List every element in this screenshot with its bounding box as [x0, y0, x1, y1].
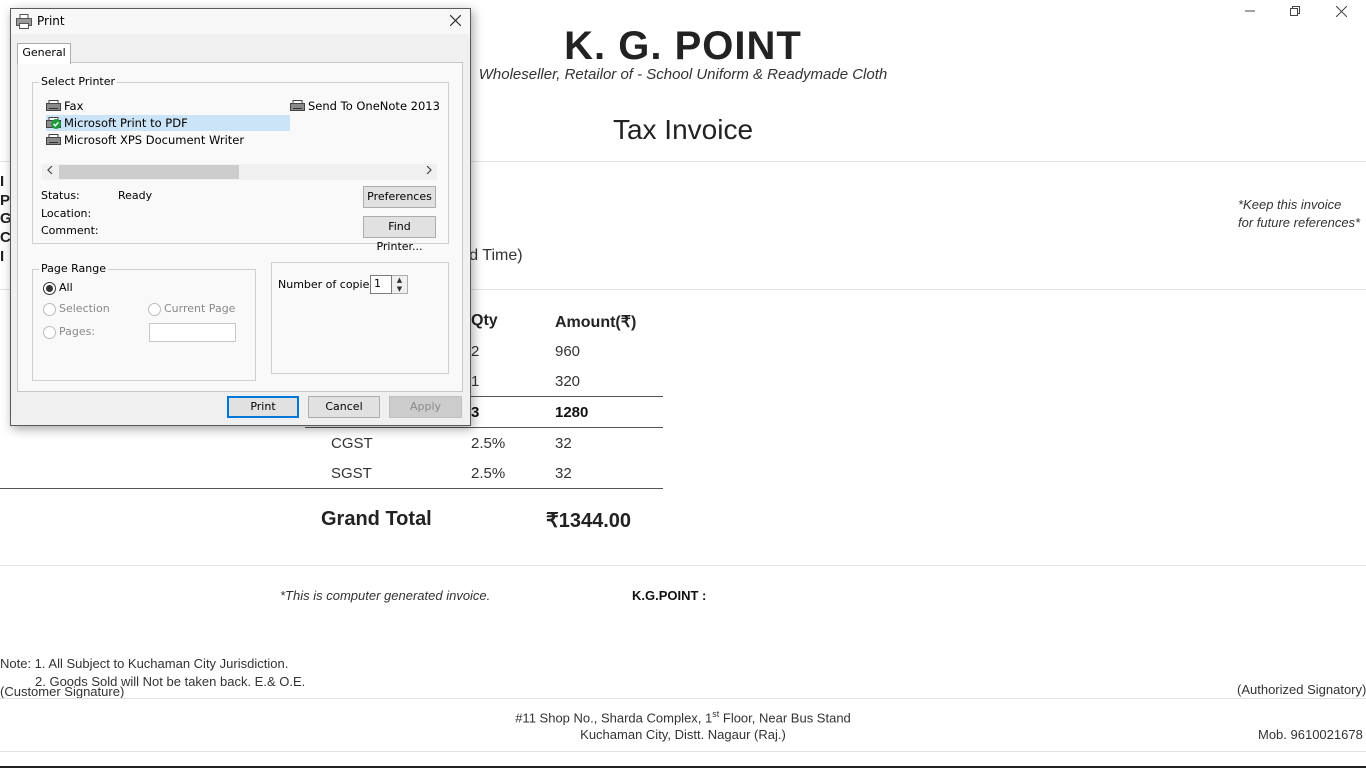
range-selection-label: Selection — [59, 302, 110, 315]
stepper-up-icon[interactable]: ▲ — [392, 276, 407, 285]
address-text: #11 Shop No., Sharda Complex, 1 — [515, 710, 713, 726]
print-dialog: Print Select Printer Fax Microsoft Print… — [10, 8, 471, 426]
apply-button[interactable]: Apply — [389, 396, 462, 418]
divider — [0, 565, 1366, 566]
stepper-down-icon[interactable]: ▼ — [392, 285, 407, 294]
close-icon — [449, 14, 461, 27]
scroll-right-arrow[interactable] — [421, 164, 437, 180]
customer-signature: (Customer Signature) — [0, 684, 125, 699]
row-amount: 320 — [555, 373, 581, 390]
restore-icon — [1290, 6, 1300, 17]
location-label: Location: — [41, 207, 92, 220]
grand-total-label: Grand Total — [321, 508, 432, 530]
tax-rate-cgst: 2.5% — [471, 435, 506, 452]
col-header-qty: Qty — [471, 312, 498, 329]
tax-label-cgst: CGST — [331, 435, 373, 452]
info-label-date: I — [0, 248, 5, 265]
tab-general[interactable]: General — [17, 43, 71, 64]
row-amount: 960 — [555, 343, 581, 360]
divider — [0, 751, 1366, 752]
preferences-button[interactable]: Preferences — [363, 186, 436, 208]
page-range-group: Page Range All Selection Current Page Pa… — [32, 262, 256, 381]
tab-panel-general: Select Printer Fax Microsoft Print to PD… — [17, 62, 463, 392]
scrollbar-thumb[interactable] — [59, 165, 239, 179]
address-text: Floor, Near Bus Stand — [719, 710, 851, 726]
address-line-1: #11 Shop No., Sharda Complex, 1st Floor,… — [0, 709, 1366, 725]
select-printer-legend: Select Printer — [39, 75, 118, 88]
tax-amount-cgst: 32 — [555, 435, 572, 452]
note-jurisdiction: Note: 1. All Subject to Kuchaman City Ju… — [0, 656, 289, 671]
chevron-left-icon — [47, 165, 53, 175]
radio-dot — [46, 285, 53, 292]
copies-stepper[interactable]: ▲ ▼ — [392, 275, 408, 294]
authorized-signatory: (Authorized Signatory) — [1237, 682, 1366, 697]
printer-item-onenote[interactable]: Send To OneNote 2013 — [290, 98, 458, 114]
kgpoint-signature-label: K.G.POINT : — [632, 588, 707, 603]
tax-rate-sgst: 2.5% — [471, 465, 506, 482]
printer-icon — [46, 134, 61, 145]
tax-amount-sgst: 32 — [555, 465, 572, 482]
dialog-title: Print — [37, 14, 65, 28]
computer-generated-note: *This is computer generated invoice. — [280, 588, 491, 603]
status-label: Status: — [41, 189, 80, 202]
range-current-page-radio[interactable] — [148, 303, 161, 316]
page-range-legend: Page Range — [39, 262, 108, 275]
printer-name: Microsoft Print to PDF — [64, 116, 188, 130]
copies-input[interactable]: 1 — [370, 275, 392, 294]
close-icon — [1335, 5, 1347, 18]
printer-name: Microsoft XPS Document Writer — [64, 133, 245, 147]
subtotal-qty: 3 — [471, 404, 480, 421]
printer-icon — [290, 100, 305, 111]
printer-item-fax[interactable]: Fax — [46, 98, 264, 114]
minimize-icon — [1245, 10, 1255, 12]
keep-note-line: for future references* — [1238, 215, 1361, 230]
cancel-button[interactable]: Cancel — [308, 396, 380, 418]
printer-item-xps[interactable]: Microsoft XPS Document Writer — [46, 132, 290, 148]
subtotal-amount: 1280 — [555, 404, 589, 421]
table-rule — [305, 427, 663, 428]
info-label-party: P — [0, 192, 11, 209]
select-printer-group: Select Printer Fax Microsoft Print to PD… — [32, 75, 449, 253]
comment-label: Comment: — [41, 224, 99, 237]
printer-default-icon — [46, 117, 61, 129]
grand-total-value: ₹1344.00 — [546, 510, 632, 532]
restore-button[interactable] — [1272, 0, 1318, 20]
range-selection-radio[interactable] — [43, 303, 56, 316]
keep-note-line: *Keep this invoice — [1238, 197, 1342, 212]
printer-item-print-to-pdf[interactable]: Microsoft Print to PDF — [46, 115, 290, 131]
printer-list-scrollbar[interactable] — [42, 164, 437, 180]
col-header-amount: Amount(₹) — [555, 314, 637, 331]
find-printer-button[interactable]: Find Printer... — [363, 216, 436, 253]
copies-group: Number of copies: 1 ▲ ▼ — [271, 262, 449, 374]
printer-name: Fax — [64, 99, 84, 113]
status-value: Ready — [118, 189, 153, 202]
dialog-titlebar[interactable]: Print — [11, 9, 470, 34]
copies-label: Number of copies: — [278, 278, 379, 291]
shop-mobile: Mob. 9610021678 — [1258, 727, 1363, 742]
address-line-2: Kuchaman City, Distt. Nagaur (Raj.) — [580, 727, 786, 742]
range-all-label: All — [59, 281, 73, 294]
scroll-left-arrow[interactable] — [42, 164, 58, 180]
chevron-right-icon — [426, 165, 432, 175]
range-pages-radio[interactable] — [43, 326, 56, 339]
row-qty: 2 — [471, 343, 480, 360]
fax-icon — [46, 100, 61, 111]
printer-icon — [16, 14, 32, 29]
divider — [0, 698, 1366, 699]
range-all-radio[interactable] — [43, 282, 56, 295]
close-window-button[interactable] — [1318, 0, 1364, 20]
keep-invoice-note: *Keep this invoice for future references… — [1238, 196, 1360, 232]
row-qty: 1 — [471, 373, 480, 390]
tax-label-sgst: SGST — [331, 465, 372, 482]
dialog-close-button[interactable] — [444, 11, 466, 31]
range-pages-label: Pages: — [59, 325, 96, 338]
print-button[interactable]: Print — [227, 396, 299, 418]
table-rule — [0, 488, 663, 489]
printer-name: Send To OneNote 2013 — [308, 99, 440, 113]
pages-input[interactable] — [149, 323, 236, 342]
range-current-page-label: Current Page — [164, 302, 236, 315]
info-label-invoice: I — [0, 173, 5, 190]
minimize-button[interactable] — [1227, 0, 1273, 20]
